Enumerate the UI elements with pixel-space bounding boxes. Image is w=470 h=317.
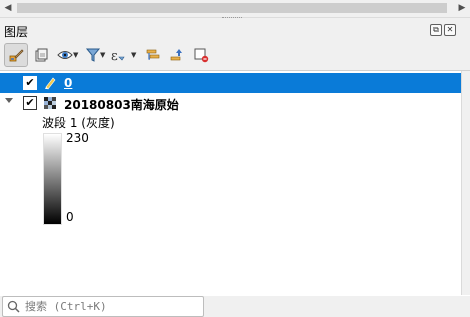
expand-all-button[interactable] [142,44,164,66]
scrollbar-thumb[interactable] [17,3,447,13]
float-panel-icon[interactable]: ⧉ [430,24,442,36]
filter-legend-icon [85,48,101,62]
layer-row-0[interactable]: ✔ 0 [0,73,470,93]
layers-toolbar: ▼ ▼ ε ▼ [0,42,470,70]
collapse-arrow-icon[interactable] [5,98,13,103]
collapse-all-button[interactable] [166,44,188,66]
legend-band-label: 波段 1 (灰度) [42,116,115,130]
horizontal-scrollbar[interactable]: ◀ ▶ [0,0,470,18]
search-icon [7,300,20,313]
legend-min-value: 0 [66,210,74,224]
layer-name[interactable]: 0 [64,76,72,90]
close-panel-icon[interactable]: ✕ [444,24,456,36]
pencil-icon [45,77,56,90]
panel-title: 图层 [4,25,29,39]
layer-name[interactable]: 20180803南海原始 [64,96,179,113]
remove-layer-button[interactable] [190,44,212,66]
add-group-button[interactable] [30,44,52,66]
remove-layer-icon [194,48,209,63]
grayscale-color-ramp [43,133,62,225]
svg-text:ε: ε [111,49,118,63]
scroll-left-arrow-icon[interactable]: ◀ [2,3,14,14]
expression-dropdown-icon[interactable]: ▼ [131,51,136,59]
layer-visibility-checkbox[interactable]: ✔ [23,76,37,90]
search-box[interactable] [2,296,204,317]
layer-styling-button[interactable] [4,43,28,67]
layer-row-raster[interactable]: ✔ 20180803南海原始 [0,93,470,113]
raster-layer-icon [44,97,56,109]
manage-visibility-icon [57,51,73,59]
visibility-dropdown-icon[interactable]: ▼ [73,51,78,59]
filter-dropdown-icon[interactable]: ▼ [100,51,105,59]
filter-expression-button[interactable]: ε [108,44,130,66]
add-group-icon [35,48,48,62]
layer-tree[interactable]: ✔ 0 ✔ 20180803南海原始 波段 1 (灰度) 230 0 [0,70,470,296]
filter-expression-icon: ε [111,49,125,63]
scroll-right-arrow-icon[interactable]: ▶ [456,3,468,14]
legend-max-value: 230 [66,131,89,145]
vertical-scrollbar[interactable] [461,71,470,295]
layer-styling-icon [9,49,24,62]
layer-visibility-checkbox[interactable]: ✔ [23,96,37,110]
layers-panel-header: 图层 ⧉ ✕ [0,20,470,40]
collapse-all-icon [170,49,182,61]
search-input[interactable] [25,298,195,314]
expand-all-icon [146,49,160,60]
